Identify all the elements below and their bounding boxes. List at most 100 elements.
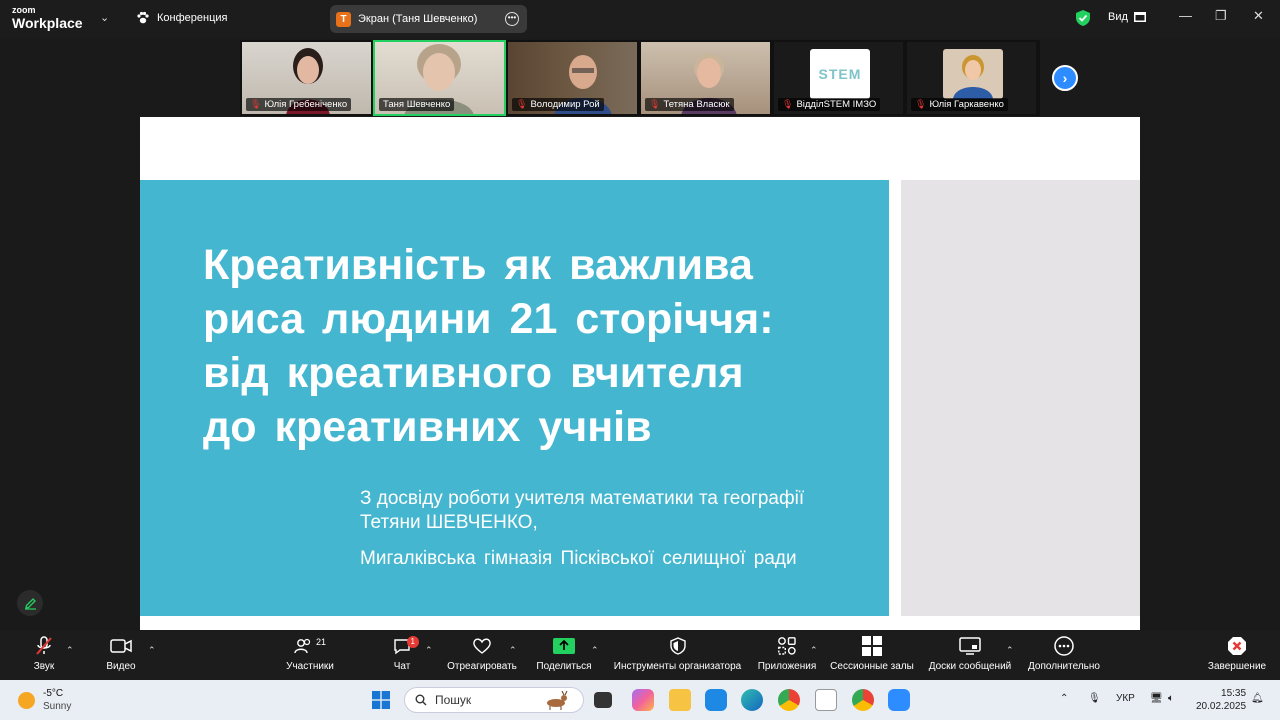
chevron-up-icon[interactable]: ⌃ bbox=[810, 645, 818, 656]
search-icon bbox=[415, 694, 427, 706]
weather-widget[interactable]: -5°C Sunny bbox=[18, 687, 71, 713]
annotate-pencil-button[interactable] bbox=[17, 590, 43, 616]
weather-condition: Sunny bbox=[43, 701, 72, 712]
end-meeting-button[interactable]: Завершение bbox=[1206, 631, 1268, 680]
participants-label: Участники bbox=[286, 661, 334, 672]
meeting-info[interactable]: Конференция bbox=[136, 11, 227, 25]
mic-muted-icon bbox=[36, 636, 52, 655]
logo-top: zoom bbox=[12, 5, 36, 15]
participant-tile[interactable]: 🎙︎ Юлія Гребеніченко bbox=[240, 40, 373, 116]
chevron-up-icon[interactable]: ⌃ bbox=[66, 645, 74, 656]
participant-name-tag: 🎙︎ Юлія Гаркавенко bbox=[911, 98, 1008, 111]
slide-main-panel: Креативність як важлива риса людини 21 с… bbox=[140, 180, 889, 616]
breakout-rooms-label: Сессионные залы bbox=[830, 661, 914, 672]
shield-check-icon[interactable] bbox=[1076, 10, 1090, 26]
chevron-up-icon[interactable]: ⌃ bbox=[591, 645, 599, 656]
screen-share-pill[interactable]: T Экран (Таня Шевченко) ••• bbox=[330, 5, 527, 33]
participant-strip: 🎙︎ Юлія Гребеніченко Таня Шевченко 🎙︎ Воло… bbox=[240, 40, 1040, 116]
network-icon[interactable]: 🖥︎ bbox=[1150, 693, 1163, 704]
chat-button[interactable]: 1 Чат bbox=[388, 631, 419, 680]
video-camera-icon bbox=[110, 639, 132, 653]
participant-name: Юлія Гаркавенко bbox=[929, 99, 1004, 110]
clock-time: 15:35 bbox=[1221, 688, 1247, 699]
participant-tile[interactable]: 🎙︎ Тетяна Власюк bbox=[639, 40, 772, 116]
participant-name: Таня Шевченко bbox=[383, 99, 451, 110]
chat-badge: 1 bbox=[406, 636, 419, 648]
slide-title: Креативність як важлива риса людини 21 с… bbox=[203, 241, 774, 451]
more-icon bbox=[1054, 636, 1074, 656]
apps-button[interactable]: Приложения bbox=[756, 631, 818, 680]
next-page-button[interactable]: › bbox=[1052, 65, 1078, 91]
presenter-avatar: T bbox=[336, 11, 351, 27]
chrome-icon[interactable] bbox=[778, 689, 800, 711]
meeting-toolbar: Звук ⌃ Видео ⌃ 21 Участники 1 Чат ⌃ Отре… bbox=[0, 631, 1280, 680]
share-screen-icon bbox=[553, 638, 575, 654]
chevron-down-icon[interactable]: ⌄ bbox=[100, 11, 109, 24]
keyboard-language[interactable]: УКР bbox=[1116, 693, 1135, 704]
video-button[interactable]: Видео bbox=[100, 631, 142, 680]
sun-icon bbox=[18, 691, 35, 709]
slide-side-panel bbox=[901, 180, 1140, 616]
share-button[interactable]: Поделиться bbox=[534, 631, 594, 680]
zoom-app-icon[interactable] bbox=[888, 689, 910, 711]
mic-muted-icon: 🎙︎ bbox=[915, 99, 927, 109]
volume-icon[interactable]: 🔈︎ bbox=[1168, 693, 1174, 704]
restore-icon[interactable]: ❐ bbox=[1215, 8, 1227, 24]
taskbar-search[interactable]: Пошук bbox=[404, 687, 584, 713]
os-taskbar: -5°C Sunny Пошук ⌃ 🎙︎ УКР 🖥︎ 🔈︎ 15:35 20.… bbox=[0, 680, 1280, 720]
breakout-rooms-button[interactable]: Сессионные залы bbox=[830, 631, 914, 680]
participants-button[interactable]: 21 Участники bbox=[282, 631, 338, 680]
edge-icon[interactable] bbox=[741, 689, 763, 711]
audio-label: Звук bbox=[33, 661, 55, 672]
whiteboards-button[interactable]: Доски сообщений bbox=[926, 631, 1014, 680]
participant-photo bbox=[943, 49, 1003, 99]
pencil-icon bbox=[24, 597, 36, 610]
participant-name-tag: 🎙︎ Володимир Рой bbox=[512, 98, 604, 111]
close-icon[interactable]: ✕ bbox=[1253, 8, 1264, 24]
deer-icon bbox=[547, 690, 568, 710]
windows-start-icon[interactable] bbox=[372, 691, 390, 709]
apps-label: Приложения bbox=[757, 661, 817, 672]
teamviewer-icon[interactable] bbox=[705, 689, 727, 711]
shared-screen: Креативність як важлива риса людини 21 с… bbox=[140, 117, 1140, 630]
participants-count: 21 bbox=[315, 637, 326, 647]
share-label: Поделиться bbox=[536, 661, 592, 672]
shield-icon bbox=[669, 637, 686, 655]
chevron-up-icon[interactable]: ⌃ bbox=[509, 645, 517, 656]
view-label: Вид bbox=[1108, 11, 1128, 23]
participant-name: Тетяна Власюк bbox=[663, 99, 730, 110]
view-button[interactable]: Вид bbox=[1108, 11, 1146, 23]
more-options-icon[interactable]: ••• bbox=[505, 12, 519, 26]
whiteboards-label: Доски сообщений bbox=[928, 661, 1012, 672]
calendar-app-icon[interactable] bbox=[815, 689, 837, 711]
chevron-up-icon[interactable]: ⌃ bbox=[148, 645, 156, 656]
stem-logo-text: STEM bbox=[818, 66, 862, 82]
task-view-icon[interactable] bbox=[594, 692, 612, 708]
participant-tile[interactable]: STEM 🎙︎ ВідділSTEM IMЗО bbox=[772, 40, 905, 116]
chevron-up-icon[interactable]: ⌃ bbox=[1006, 645, 1014, 656]
participant-name: Юлія Гребеніченко bbox=[264, 99, 348, 110]
chevron-up-icon[interactable]: ⌃ bbox=[1060, 693, 1068, 704]
more-button[interactable]: Дополнительно bbox=[1024, 631, 1104, 680]
host-tools-button[interactable]: Инструменты организатора bbox=[610, 631, 745, 680]
participant-name-tag: 🎙︎ Юлія Гребеніченко bbox=[246, 98, 352, 111]
microphone-icon[interactable]: 🎙︎ bbox=[1088, 693, 1101, 704]
chevron-up-icon[interactable]: ⌃ bbox=[425, 645, 433, 656]
notifications-icon[interactable]: 🔔︎ bbox=[1251, 693, 1264, 704]
slide-subtitle-line: З досвіду роботи учителя математики та г… bbox=[360, 488, 805, 509]
system-clock[interactable]: 15:35 20.02.2025 bbox=[1196, 687, 1246, 713]
copilot-icon[interactable] bbox=[632, 689, 654, 711]
stem-logo: STEM bbox=[810, 49, 870, 99]
participant-tile[interactable]: 🎙︎ Юлія Гаркавенко bbox=[905, 40, 1038, 116]
chrome-profile-icon[interactable] bbox=[852, 689, 874, 711]
file-explorer-icon[interactable] bbox=[669, 689, 691, 711]
clock-date: 20.02.2025 bbox=[1196, 701, 1247, 712]
participant-tile[interactable]: Таня Шевченко bbox=[373, 40, 506, 116]
participant-name: Володимир Рой bbox=[530, 99, 600, 110]
minimize-icon[interactable]: — bbox=[1179, 8, 1192, 23]
breakout-rooms-icon bbox=[862, 636, 882, 656]
mic-muted-icon: 🎙︎ bbox=[516, 99, 528, 109]
slide-subtitle: З досвіду роботи учителя математики та г… bbox=[360, 487, 804, 535]
participant-tile[interactable]: 🎙︎ Володимир Рой bbox=[506, 40, 639, 116]
audio-button[interactable]: Звук bbox=[24, 631, 64, 680]
